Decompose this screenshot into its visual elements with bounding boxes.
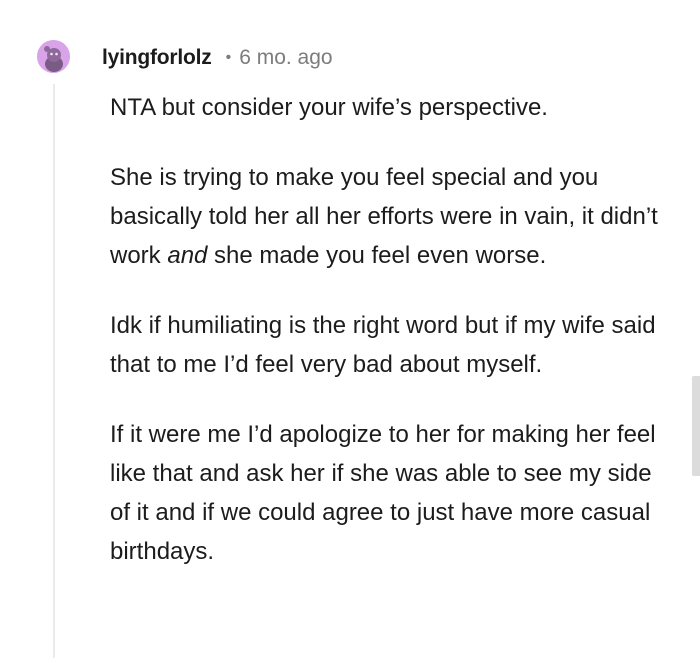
username-link[interactable]: lyingforlolz bbox=[102, 46, 212, 70]
comment-body: NTA but consider your wife’s perspective… bbox=[110, 88, 670, 571]
snoo-avatar-icon bbox=[37, 40, 70, 73]
timestamp[interactable]: 6 mo. ago bbox=[239, 46, 332, 70]
comment-paragraph: Idk if humiliating is the right word but… bbox=[110, 312, 656, 378]
emphasis-text: and bbox=[167, 242, 208, 269]
paragraph-text: she made you feel even worse. bbox=[207, 242, 547, 269]
avatar[interactable] bbox=[37, 40, 70, 73]
comment-paragraph: NTA but consider your wife’s perspective… bbox=[110, 94, 548, 121]
thread-line[interactable] bbox=[53, 84, 55, 658]
scrollbar-thumb[interactable] bbox=[692, 376, 700, 476]
comment-paragraph: If it were me I’d apologize to her for m… bbox=[110, 421, 656, 565]
comment-paragraph: She is trying to make you feel special a… bbox=[110, 158, 670, 275]
separator-dot: • bbox=[225, 49, 232, 66]
comment-header: lyingforlolz • 6 mo. ago bbox=[102, 44, 333, 72]
